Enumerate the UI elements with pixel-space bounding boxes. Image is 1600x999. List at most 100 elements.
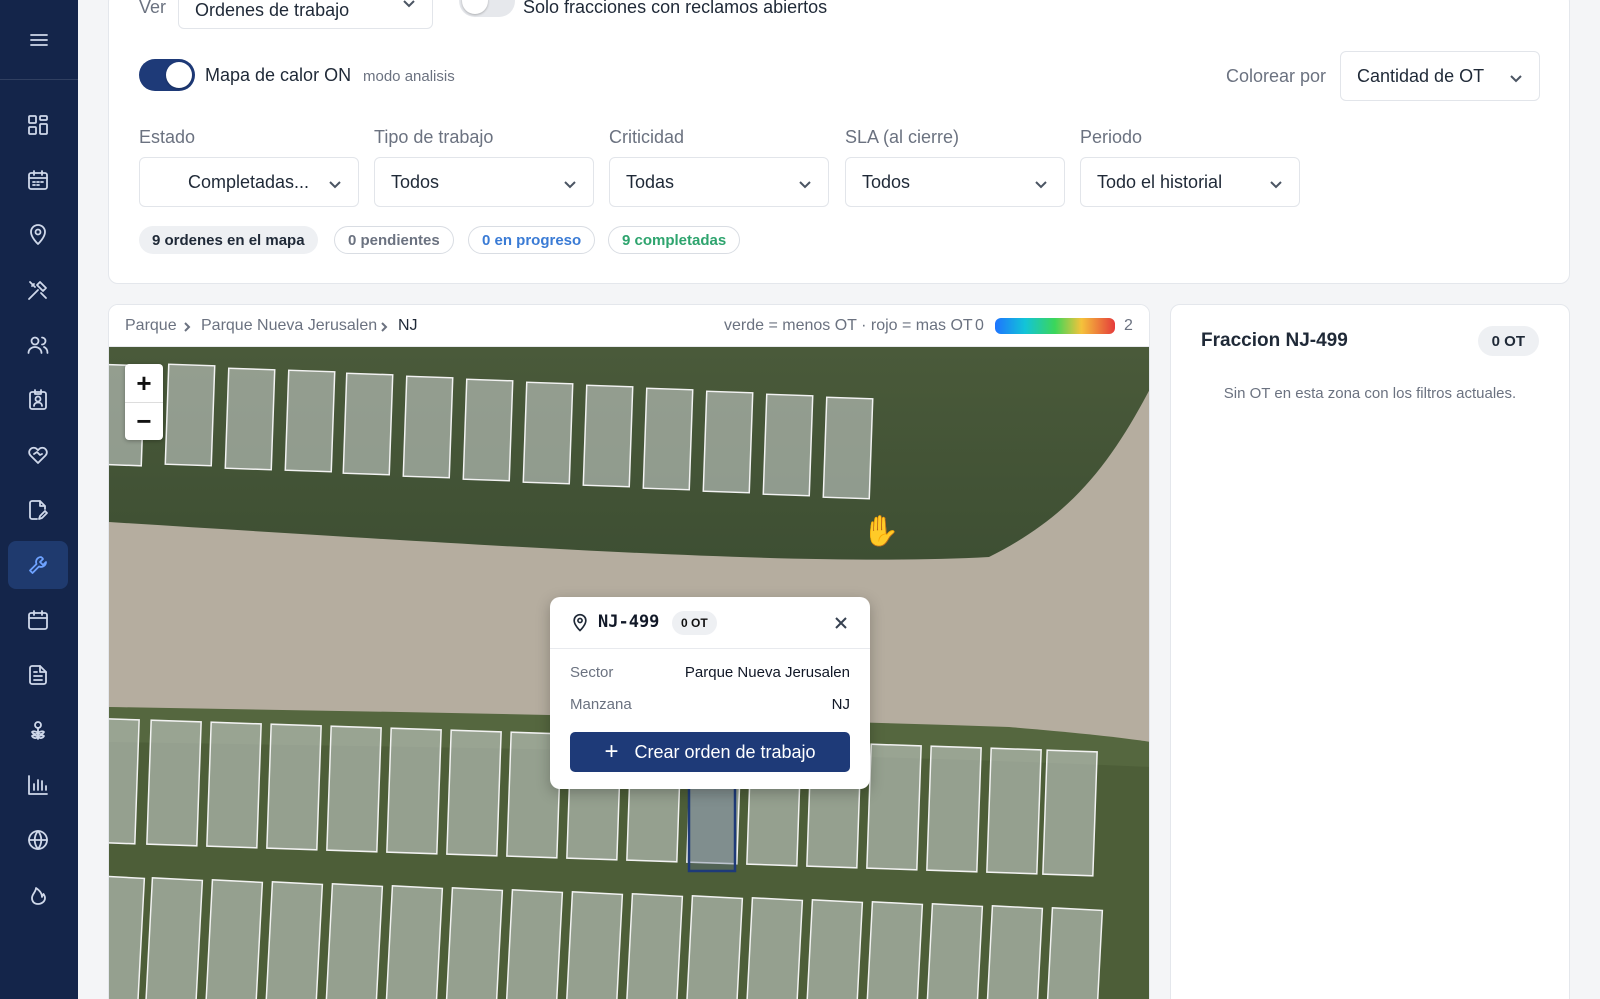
popup-ot-badge: 0 OT: [672, 611, 717, 635]
map-pin-icon: [570, 613, 590, 633]
popup-sector-value: Parque Nueva Jerusalen: [684, 664, 850, 681]
estado-label: Estado: [139, 127, 196, 147]
popup-sector-key: Sector: [570, 664, 614, 681]
estado-select-value: Completadas...: [188, 171, 310, 192]
document-edit-icon: [29, 500, 48, 520]
wrench-icon: [29, 556, 47, 574]
menu-toggle-button[interactable]: [0, 0, 78, 80]
sidebar: [0, 0, 78, 999]
heatmap-legend-text: verde = menos OT · rojo = mas OT: [724, 317, 973, 334]
colorear-label: Colorear por: [1226, 66, 1327, 86]
chevron-down-icon: [1509, 69, 1523, 83]
create-work-order-button[interactable]: + Crear orden de trabajo: [570, 732, 850, 772]
chevron-down-icon: [1269, 175, 1283, 189]
calendar-alt-icon: [28, 610, 48, 630]
estado-select[interactable]: Completadas...: [139, 157, 359, 207]
breadcrumb-manzana: NJ: [398, 317, 418, 334]
plus-icon: +: [604, 738, 619, 765]
colorear-select[interactable]: Cantidad de OT: [1340, 51, 1540, 101]
breadcrumb-parque[interactable]: Parque: [125, 317, 177, 335]
empty-state-text: Sin OT en esta zona con los filtros actu…: [1223, 385, 1517, 402]
periodo-select[interactable]: Todo el historial: [1080, 157, 1300, 207]
calendar-icon: [28, 170, 48, 190]
close-icon[interactable]: [832, 614, 850, 632]
badge-icon: [29, 389, 47, 410]
tipo-select[interactable]: Todos: [374, 157, 594, 207]
create-work-order-label: Crear orden de trabajo: [634, 741, 816, 762]
users-icon: [27, 336, 49, 354]
ver-select-value: Ordenes de trabajo: [195, 0, 350, 20]
solo-reclamos-label: Solo fracciones con reclamos abiertos: [523, 0, 828, 17]
sidebar-item-globe[interactable]: [8, 816, 68, 864]
sidebar-item-locations[interactable]: [8, 211, 68, 259]
heatmap-legend-min: 0: [975, 317, 984, 334]
hand-cursor-icon: ✋: [862, 515, 900, 548]
dashboard-icon: [28, 115, 48, 135]
map-pin-icon: [30, 224, 46, 245]
flower-icon: [31, 721, 45, 740]
tipo-select-value: Todos: [391, 171, 440, 192]
heatmap-gradient-bar: [995, 318, 1115, 334]
summary-pendientes-chip: 0 pendientes: [334, 226, 454, 254]
sidebar-item-users[interactable]: [8, 321, 68, 369]
heatmap-label: Mapa de calor ON: [205, 65, 352, 85]
popup-manzana-value: NJ: [831, 696, 850, 713]
heatmap-toggle[interactable]: [139, 59, 195, 91]
tools-icon: [28, 281, 47, 300]
chevron-down-icon: [798, 175, 812, 189]
sidebar-item-staff[interactable]: [8, 376, 68, 424]
sidebar-item-care[interactable]: [8, 431, 68, 479]
criticidad-select-value: Todas: [626, 171, 675, 192]
sidebar-item-calendar[interactable]: [8, 156, 68, 204]
sla-select[interactable]: Todos: [845, 157, 1065, 207]
chevron-down-icon: [402, 0, 416, 8]
sla-label: SLA (al cierre): [845, 127, 960, 147]
tipo-label: Tipo de trabajo: [374, 127, 494, 147]
zoom-in-button[interactable]: +: [125, 364, 163, 402]
summary-progreso-chip: 0 en progreso: [468, 226, 596, 254]
sidebar-item-flowers[interactable]: [8, 706, 68, 754]
criticidad-label: Criticidad: [609, 127, 685, 147]
ver-select[interactable]: Ordenes de trabajo: [178, 0, 433, 29]
globe-icon: [28, 830, 48, 850]
heart-handshake-icon: [28, 446, 48, 464]
summary-completadas-chip: 9 completadas: [608, 226, 741, 254]
sidebar-item-reports[interactable]: [8, 651, 68, 699]
sidebar-item-stats[interactable]: [8, 761, 68, 809]
colorear-select-value: Cantidad de OT: [1357, 65, 1485, 86]
fraction-detail-panel: Fraccion NJ-499 0 OT Sin OT en esta zona…: [1170, 304, 1570, 999]
chevron-down-icon: [563, 175, 577, 189]
periodo-select-value: Todo el historial: [1097, 171, 1223, 192]
sidebar-item-tools[interactable]: [8, 266, 68, 314]
menu-icon: [30, 33, 48, 46]
sidebar-item-schedule[interactable]: [8, 596, 68, 644]
popup-manzana-key: Manzana: [570, 696, 632, 713]
solo-reclamos-toggle[interactable]: [459, 0, 515, 17]
sidebar-item-documents[interactable]: [8, 486, 68, 534]
chevron-right-icon: [378, 320, 390, 332]
periodo-label: Periodo: [1080, 127, 1143, 147]
fraction-ot-badge: 0 OT: [1477, 326, 1539, 356]
plot-popup: NJ-499 0 OT Sector Parque Nueva Jerusale…: [550, 597, 870, 789]
file-text-icon: [29, 665, 47, 685]
chevron-down-icon: [328, 175, 342, 189]
popup-header: NJ-499 0 OT: [550, 597, 870, 649]
heatmap-mode-text: modo analisis: [363, 68, 455, 85]
chevron-right-icon: [181, 320, 193, 332]
breadcrumb-sector[interactable]: Parque Nueva Jerusalen: [201, 317, 377, 335]
fraction-title: Fraccion NJ-499: [1201, 330, 1348, 351]
chevron-down-icon: [1034, 175, 1048, 189]
criticidad-select[interactable]: Todas: [609, 157, 829, 207]
sidebar-item-work-orders[interactable]: [8, 541, 68, 589]
sidebar-item-cremation[interactable]: [8, 871, 68, 919]
zoom-out-button[interactable]: −: [125, 402, 163, 440]
toggle-knob: [462, 0, 488, 14]
bar-chart-icon: [28, 775, 48, 795]
summary-total-chip: 9 ordenes en el mapa: [139, 226, 318, 254]
ver-label: Ver: [139, 0, 167, 17]
popup-title: NJ-499: [598, 612, 660, 632]
toggle-knob: [166, 62, 192, 88]
sidebar-item-dashboard[interactable]: [8, 101, 68, 149]
zoom-control: + −: [125, 364, 163, 440]
map-header: Parque Parque Nueva Jerusalen NJ verde =…: [109, 305, 1149, 347]
